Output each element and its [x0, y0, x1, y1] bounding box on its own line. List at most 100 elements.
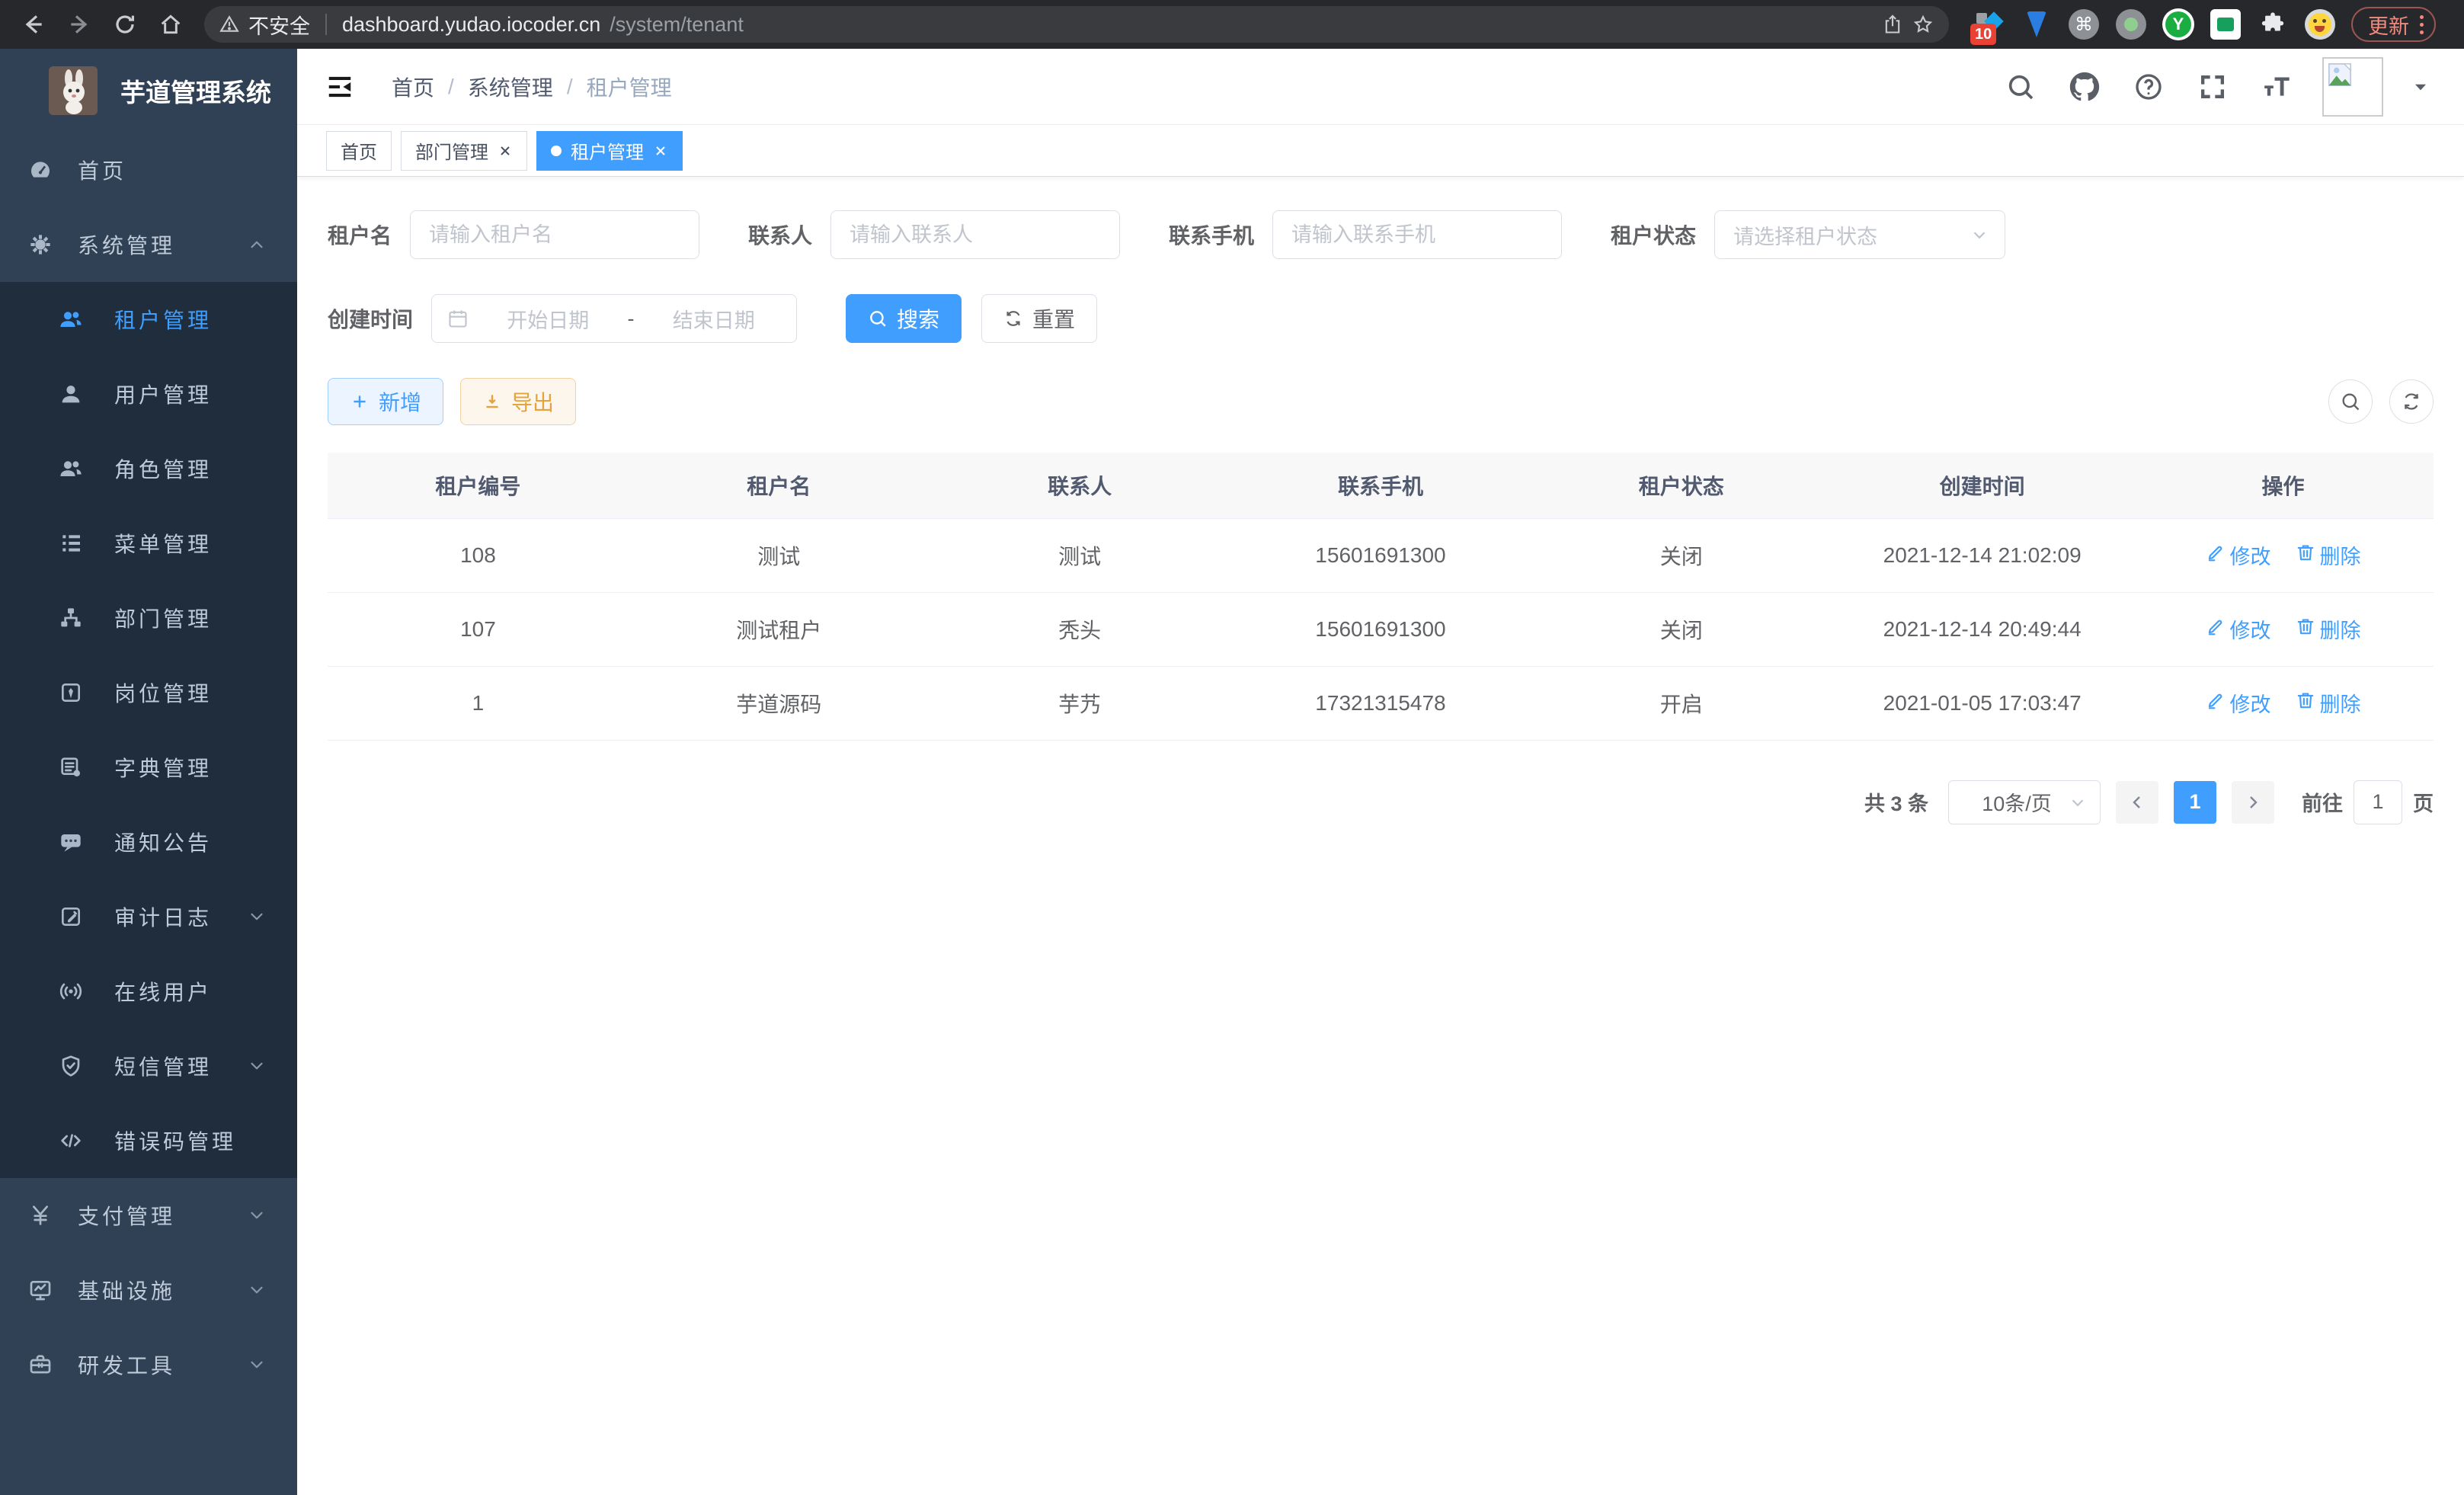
sidebar-item-notice[interactable]: 通知公告	[0, 805, 297, 879]
cell-actions: 修改删除	[2133, 518, 2434, 592]
tab-tenant[interactable]: 租户管理	[536, 131, 683, 171]
filter-row-1: 租户名 联系人 联系手机 租户状态 请选择租户状态	[328, 210, 2434, 259]
sidebar-item-home[interactable]: 首页	[0, 133, 297, 207]
url-divider	[325, 14, 327, 35]
cell-id: 107	[328, 592, 629, 666]
browser-reload-button[interactable]	[105, 5, 145, 44]
sidebar-item-post[interactable]: 岗位管理	[0, 655, 297, 730]
extension-y-icon[interactable]: Y	[2162, 8, 2194, 40]
edit-icon	[2206, 616, 2226, 642]
security-label[interactable]: 不安全	[248, 10, 310, 40]
table-row: 1芋道源码芋艿17321315478开启2021-01-05 17:03:47修…	[328, 666, 2434, 740]
edit-tenant-link[interactable]: 修改	[2206, 614, 2271, 644]
browser-forward-button[interactable]	[59, 5, 99, 44]
extension-gem-icon[interactable]	[2021, 8, 2053, 40]
browser-menu-kebab-icon[interactable]	[2420, 15, 2424, 34]
sidebar-item-sms[interactable]: 短信管理	[0, 1029, 297, 1103]
col-created: 创建时间	[1832, 453, 2133, 518]
search-button[interactable]: 搜索	[846, 294, 962, 343]
extension-chat-icon[interactable]	[2210, 8, 2242, 40]
top-navbar: 首页 / 系统管理 / 租户管理	[297, 49, 2464, 125]
share-icon[interactable]	[1882, 14, 1903, 35]
help-question-icon[interactable]	[2130, 69, 2167, 105]
page-number-1[interactable]: 1	[2174, 781, 2216, 824]
delete-icon	[2296, 543, 2315, 568]
sidebar-item-pay[interactable]: 支付管理	[0, 1178, 297, 1253]
fullscreen-icon[interactable]	[2194, 69, 2231, 105]
edit-tenant-link[interactable]: 修改	[2206, 688, 2271, 718]
refresh-table-button[interactable]	[2389, 379, 2434, 424]
tenant-page-content: 租户名 联系人 联系手机 租户状态 请选择租户状态	[297, 177, 2464, 824]
sidebar-item-role[interactable]: 角色管理	[0, 431, 297, 506]
delete-tenant-link[interactable]: 删除	[2296, 614, 2361, 644]
cell-name: 测试	[629, 518, 930, 592]
extension-emoji-icon[interactable]	[2304, 8, 2336, 40]
breadcrumb-system[interactable]: 系统管理	[468, 72, 553, 102]
bookmark-star-icon[interactable]	[1912, 14, 1934, 35]
create-time-range-picker[interactable]: 开始日期 - 结束日期	[431, 294, 797, 343]
tab-dept[interactable]: 部门管理	[401, 131, 527, 171]
goto-page-input[interactable]	[2354, 780, 2402, 824]
next-page-button[interactable]	[2232, 781, 2274, 824]
extension-command-icon[interactable]: ⌘	[2068, 8, 2100, 40]
sidebar-item-infra[interactable]: 基础设施	[0, 1253, 297, 1327]
extension-gray-circle-icon[interactable]	[2115, 8, 2147, 40]
export-button[interactable]: 导出	[460, 378, 576, 425]
mobile-input[interactable]	[1272, 210, 1562, 259]
tab-home[interactable]: 首页	[326, 131, 392, 171]
sidebar-fold-icon[interactable]	[323, 70, 357, 104]
sidebar-item-dev-tools[interactable]: 研发工具	[0, 1327, 297, 1402]
sidebar-item-system[interactable]: 系统管理	[0, 207, 297, 282]
extension-tampermonkey-icon[interactable]: 10	[1973, 8, 2005, 40]
close-icon[interactable]	[653, 143, 668, 158]
edit-tenant-link[interactable]: 修改	[2206, 540, 2271, 570]
start-date-placeholder[interactable]: 开始日期	[481, 304, 616, 334]
reset-button[interactable]: 重置	[981, 294, 1097, 343]
browser-address-bar[interactable]: 不安全 dashboard.yudao.iocoder.cn/system/te…	[204, 6, 1949, 43]
cell-id: 108	[328, 518, 629, 592]
browser-extensions-area: 10 ⌘ Y	[1973, 8, 2336, 40]
pagination-total: 共 3 条	[1864, 787, 1928, 817]
end-date-placeholder[interactable]: 结束日期	[647, 304, 782, 334]
github-icon[interactable]	[2066, 69, 2103, 105]
edit-log-icon	[58, 904, 84, 930]
sidebar-item-error-code[interactable]: 错误码管理	[0, 1103, 297, 1178]
browser-home-button[interactable]	[151, 5, 190, 44]
breadcrumb-home[interactable]: 首页	[392, 72, 434, 102]
sidebar-item-menu[interactable]: 菜单管理	[0, 506, 297, 581]
page-size-select[interactable]: 10条/页	[1948, 780, 2101, 824]
header-search-icon[interactable]	[2002, 69, 2039, 105]
sidebar-item-online-user[interactable]: 在线用户	[0, 954, 297, 1029]
browser-toolbar: 不安全 dashboard.yudao.iocoder.cn/system/te…	[0, 0, 2464, 49]
prev-page-button[interactable]	[2116, 781, 2158, 824]
browser-back-button[interactable]	[14, 5, 53, 44]
sidebar-item-audit-log[interactable]: 审计日志	[0, 879, 297, 954]
avatar-caret-down-icon[interactable]	[2411, 77, 2430, 97]
sidebar-item-dept[interactable]: 部门管理	[0, 581, 297, 655]
active-tab-dot	[551, 146, 562, 156]
contact-input[interactable]	[830, 210, 1120, 259]
col-status: 租户状态	[1531, 453, 1832, 518]
status-select[interactable]: 请选择租户状态	[1714, 210, 2005, 259]
delete-tenant-link[interactable]: 删除	[2296, 688, 2361, 718]
add-tenant-button[interactable]: 新增	[328, 378, 443, 425]
delete-tenant-link[interactable]: 删除	[2296, 540, 2361, 570]
sidebar-item-user[interactable]: 用户管理	[0, 357, 297, 431]
cell-created: 2021-12-14 21:02:09	[1832, 518, 2133, 592]
sidebar-item-dict[interactable]: 字典管理	[0, 730, 297, 805]
sidebar-item-tenant[interactable]: 租户管理	[0, 282, 297, 357]
font-size-icon[interactable]	[2258, 69, 2295, 105]
not-secure-warning-icon	[219, 14, 239, 34]
broadcast-icon	[58, 978, 84, 1004]
tenant-name-input[interactable]	[410, 210, 699, 259]
browser-update-button[interactable]: 更新	[2351, 7, 2436, 42]
monitor-icon	[27, 1277, 53, 1303]
edit-icon	[2206, 543, 2226, 568]
close-icon[interactable]	[498, 143, 513, 158]
toggle-search-button[interactable]	[2328, 379, 2373, 424]
extensions-puzzle-icon[interactable]	[2257, 8, 2289, 40]
user-avatar-broken-image[interactable]	[2322, 57, 2383, 117]
extension-badge: 10	[1970, 24, 1996, 45]
delete-icon	[2296, 616, 2315, 642]
chevron-down-icon	[247, 1280, 267, 1300]
